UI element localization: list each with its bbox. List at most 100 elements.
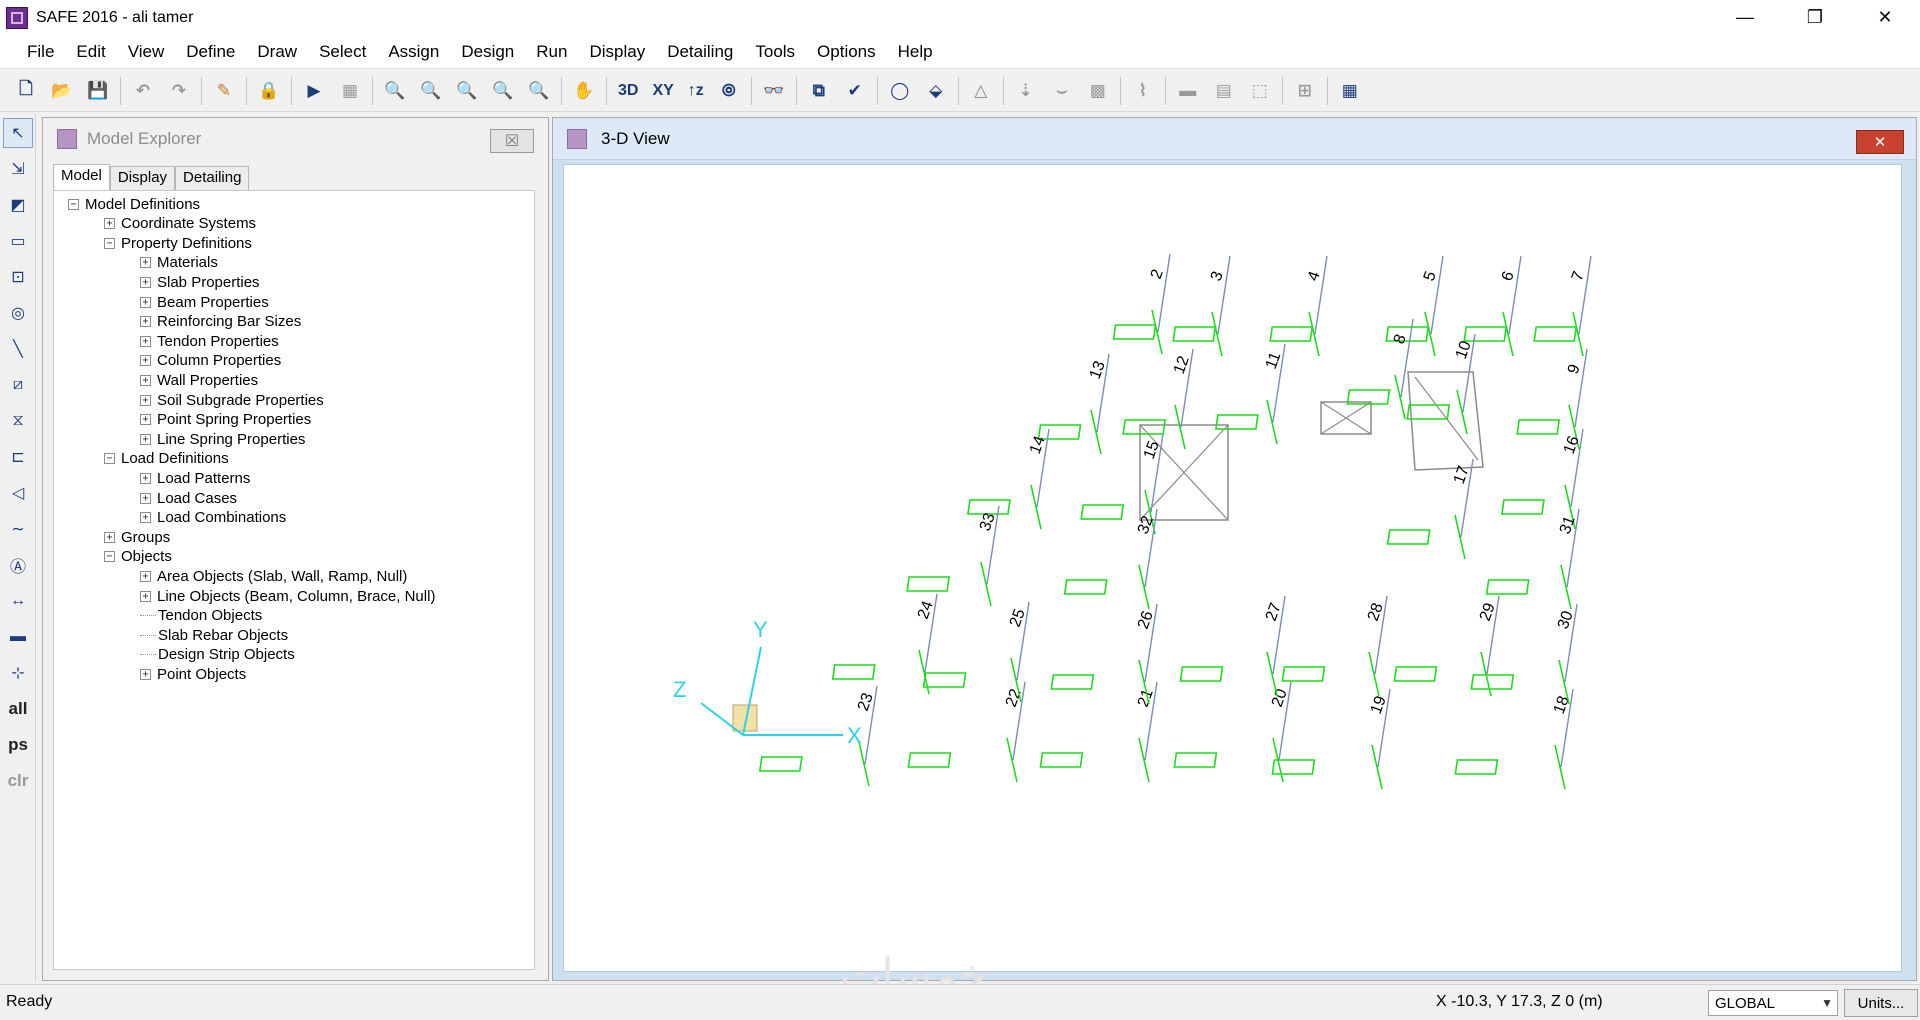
tables-icon[interactable]: ▦ [1335,76,1365,106]
menu-edit[interactable]: Edit [65,35,116,69]
move-objects-icon[interactable]: ⧉ [804,76,834,106]
triangle-icon[interactable]: △ [966,76,996,106]
collapse-icon[interactable]: − [68,198,79,210]
menu-select[interactable]: Select [308,35,377,69]
menu-file[interactable]: File [16,35,65,69]
column-14[interactable]: 14 [967,428,1050,530]
expand-icon[interactable]: + [140,316,151,328]
column-13[interactable]: 13 [1037,353,1110,455]
expand-icon[interactable]: + [140,668,151,680]
column-16[interactable]: 16 [1501,428,1584,530]
expand-icon[interactable]: + [140,472,151,484]
column-8[interactable]: 8 [1346,318,1414,420]
column-28[interactable]: 28 [1281,595,1388,697]
clear-selection-button[interactable]: clr [3,766,33,796]
tab-detailing[interactable]: Detailing [175,166,250,190]
view-3d-button[interactable]: 3D [614,76,642,106]
model-3d-scene[interactable]: 2 3 4 5 6 7891011121314 15 161718192021222324 25… [564,165,1903,973]
column-18[interactable]: 18 [1454,688,1574,790]
model-canvas[interactable]: 2 3 4 5 6 7 8 9 10 11 12 13 14 15 16 17 18 19 20 21 22 23 24 25… [563,164,1902,972]
expand-icon[interactable]: + [140,374,151,386]
previous-selection-button[interactable]: ps [3,730,33,760]
column-6[interactable]: 6 [1463,255,1522,357]
column-22[interactable]: 22 [907,681,1026,783]
expand-icon[interactable]: + [140,335,151,347]
menu-display[interactable]: Display [578,35,656,69]
column-7[interactable]: 7 [1533,255,1592,357]
view-xy-button[interactable]: XY [648,76,677,106]
draw-rectangle-icon[interactable]: ▭ [3,226,33,256]
expand-icon[interactable]: + [140,355,151,367]
draw-wall-icon[interactable]: ⊏ [3,442,33,472]
grid-icon[interactable]: ⊞ [1290,76,1320,106]
menu-design[interactable]: Design [450,35,525,69]
menu-detailing[interactable]: Detailing [656,35,744,69]
open-file-icon[interactable]: 📂 [47,76,77,106]
expand-icon[interactable]: + [104,531,115,543]
zoom-window-icon[interactable]: 🔍 [380,76,410,106]
draw-rebar-icon[interactable]: ▬ [3,622,33,652]
perspective-glasses-icon[interactable]: 👓 [759,76,789,106]
menu-help[interactable]: Help [887,35,944,69]
column-11[interactable]: 11 [1214,343,1286,445]
tab-model[interactable]: Model [53,164,110,190]
draw-spring-icon[interactable]: ∼ [3,514,33,544]
reaction-icon[interactable]: ⇣ [1011,76,1041,106]
dimension-icon[interactable]: ↔ [3,586,33,616]
close-view-icon[interactable]: ✕ [1856,130,1904,154]
column-33[interactable]: 33 [906,505,1000,607]
expand-icon[interactable]: + [140,296,151,308]
units-button[interactable]: Units... [1844,989,1918,1017]
run-detailing-icon[interactable]: ▦ [335,76,365,106]
menu-draw[interactable]: Draw [246,35,308,69]
column-24[interactable]: 24 [831,593,938,695]
coordinate-system-select[interactable]: GLOBAL ▼ [1708,990,1838,1016]
column-9[interactable]: 9 [1516,348,1588,450]
draw-slab-point-icon[interactable]: ⊡ [3,262,33,292]
expand-icon[interactable]: + [140,414,151,426]
expand-icon[interactable]: + [140,590,151,602]
pencil-icon[interactable]: ✎ [209,76,239,106]
expand-icon[interactable]: + [140,257,151,269]
restore-button[interactable]: ❐ [1780,0,1850,35]
collapse-icon[interactable]: − [104,453,115,465]
column-29[interactable]: 29 [1393,595,1500,697]
zoom-all-icon[interactable]: 🔍 [452,76,482,106]
draw-tendon-icon[interactable]: ◁ [3,478,33,508]
draw-point-icon[interactable]: Ⓐ [3,550,33,580]
expand-icon[interactable]: + [140,276,151,288]
draw-column-icon[interactable]: ◎ [3,298,33,328]
rotate-view-icon[interactable]: ⦾ [714,76,744,106]
expand-icon[interactable]: + [140,433,151,445]
column-12[interactable]: 12 [1122,348,1194,450]
collapse-icon[interactable]: − [104,551,115,563]
column-forces-icon[interactable]: ▤ [1209,76,1239,106]
expand-icon[interactable]: + [140,570,151,582]
expand-icon[interactable]: + [140,394,151,406]
pointer-icon[interactable]: ↖ [3,118,33,148]
menu-assign[interactable]: Assign [377,35,450,69]
column-25[interactable]: 25 [922,601,1030,703]
menu-run[interactable]: Run [525,35,578,69]
undo-icon[interactable]: ↶ [128,76,158,106]
zoom-restore-icon[interactable]: 🔍 [416,76,446,106]
tab-display[interactable]: Display [109,166,176,190]
expand-icon[interactable]: + [104,218,115,230]
zoom-in-icon[interactable]: 🔍 [488,76,518,106]
minimize-button[interactable]: — [1710,0,1780,35]
menu-define[interactable]: Define [175,35,246,69]
punching-icon[interactable]: ⬚ [1245,76,1275,106]
slab-panel[interactable] [1407,371,1484,471]
run-icon[interactable]: ▶ [299,76,329,106]
select-all-button[interactable]: all [3,694,33,724]
slab-load-icon[interactable]: ⬙ [921,76,951,106]
draw-strip-icon[interactable]: ⧖ [3,406,33,436]
column-31[interactable]: 31 [1485,508,1580,610]
column-17[interactable]: 17 [1386,458,1474,560]
column-27[interactable]: 27 [1179,595,1286,697]
column-4[interactable]: 4 [1269,255,1328,357]
contour-icon[interactable]: ▩ [1083,76,1113,106]
column-32[interactable]: 32 [1063,508,1158,610]
menu-view[interactable]: View [117,35,176,69]
draw-line-icon[interactable]: ╲ [3,334,33,364]
